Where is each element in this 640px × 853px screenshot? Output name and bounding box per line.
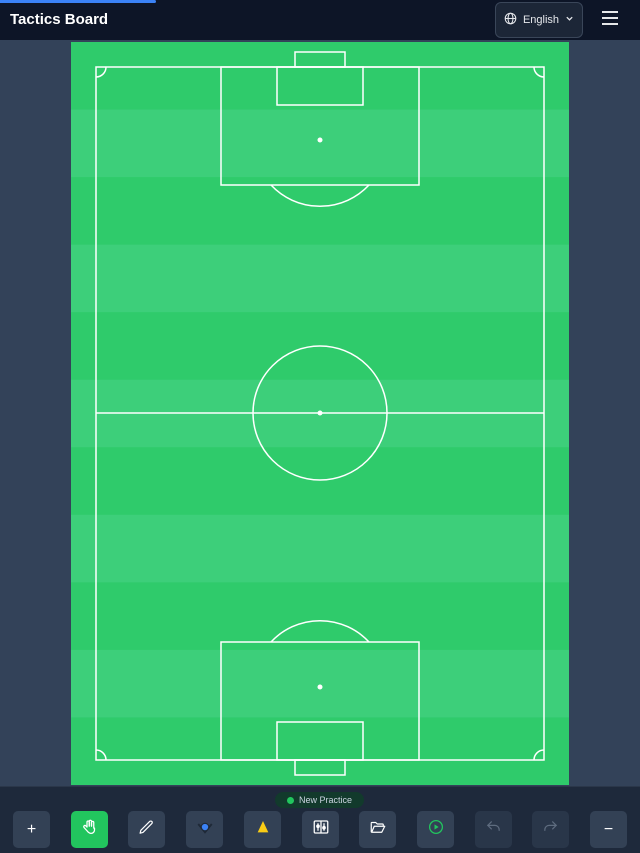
practice-status-badge: New Practice (275, 792, 364, 808)
grass-stripe (71, 649, 569, 718)
grass-stripe (71, 177, 569, 246)
redo-button[interactable] (532, 811, 569, 848)
zoom-out-button[interactable]: − (590, 811, 627, 848)
redo-icon (542, 819, 559, 841)
hamburger-menu-icon (601, 10, 619, 31)
hamburger-menu-button[interactable] (598, 10, 622, 30)
top-penalty-spot (317, 137, 323, 143)
app-title: Tactics Board (10, 11, 109, 28)
hand-icon (81, 818, 99, 841)
pitch-canvas[interactable] (71, 42, 569, 785)
practice-status-label: New Practice (298, 795, 352, 805)
formation-tool-button[interactable] (302, 811, 339, 848)
language-label: English (522, 14, 560, 26)
open-file-button[interactable] (359, 811, 396, 848)
ball-icon (196, 818, 214, 841)
center-spot (317, 410, 323, 416)
undo-button[interactable] (475, 811, 512, 848)
draw-tool-button[interactable] (128, 811, 165, 848)
minus-icon: − (603, 820, 614, 838)
chevron-down-icon (565, 14, 574, 26)
add-button[interactable]: + (13, 811, 50, 848)
folder-open-icon (369, 818, 387, 841)
app-header: Tactics Board English (0, 0, 640, 40)
grass-stripe (71, 514, 569, 583)
loading-progress-bar (0, 0, 156, 3)
grass-stripe (71, 109, 569, 178)
sliders-icon (312, 818, 330, 841)
grass-stripe (71, 244, 569, 313)
bottom-penalty-spot (317, 684, 323, 690)
cone-tool-button[interactable] (244, 811, 281, 848)
play-animation-button[interactable] (417, 811, 454, 848)
grass-stripe (71, 582, 569, 651)
grass-stripe (71, 447, 569, 516)
pan-tool-button[interactable] (71, 811, 108, 848)
undo-icon (485, 819, 502, 841)
plus-icon: + (26, 820, 37, 838)
pencil-icon (138, 819, 155, 841)
play-circle-icon (427, 818, 445, 841)
language-selector[interactable]: English (495, 2, 583, 38)
status-dot (286, 796, 294, 804)
globe-icon (504, 12, 517, 28)
cone-icon (255, 819, 271, 840)
ball-tool-button[interactable] (186, 811, 223, 848)
